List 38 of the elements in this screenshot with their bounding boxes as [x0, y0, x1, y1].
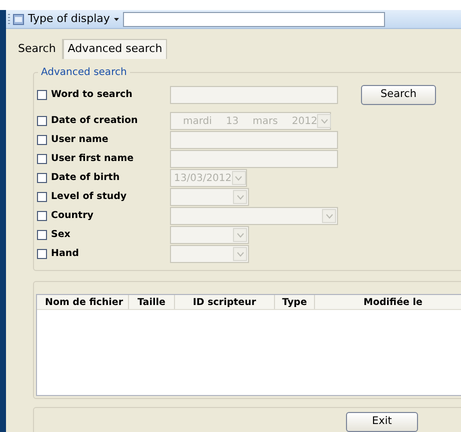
checkbox[interactable] — [37, 192, 47, 202]
group-title: Advanced search — [40, 66, 128, 80]
criterion-label: Sex — [51, 228, 70, 242]
checkbox[interactable] — [37, 90, 47, 100]
display-type-dropdown[interactable]: Type of display — [27, 10, 120, 28]
criterion-label: User first name — [51, 152, 134, 166]
criterion-label: Level of study — [51, 190, 127, 204]
display-input-field[interactable] — [122, 12, 385, 26]
checkbox[interactable] — [37, 135, 47, 145]
column-header[interactable]: ID scripteur — [175, 295, 275, 309]
column-header[interactable]: Modifiée le — [315, 295, 461, 309]
criterion-label: Date of birth — [51, 170, 120, 185]
exit-button[interactable]: Exit — [346, 412, 418, 432]
dropdown[interactable] — [170, 226, 249, 244]
checkbox[interactable] — [37, 249, 47, 259]
dropdown[interactable] — [170, 207, 338, 225]
checkbox[interactable] — [37, 211, 47, 221]
dropdown[interactable] — [170, 245, 249, 263]
criterion-label: Country — [51, 208, 94, 223]
text-field[interactable] — [170, 150, 338, 168]
checkbox[interactable] — [37, 154, 47, 164]
checkbox[interactable] — [37, 230, 47, 240]
tab[interactable]: Advanced search — [62, 39, 168, 59]
checkbox[interactable] — [37, 173, 47, 183]
criterion-label: Date of creation — [51, 114, 138, 128]
search-button[interactable]: Search — [361, 85, 436, 105]
column-header[interactable]: Type — [275, 295, 315, 309]
display-icon[interactable] — [13, 14, 24, 24]
criterion-label: Word to search — [51, 88, 132, 102]
text-field[interactable] — [170, 131, 338, 149]
text-field[interactable] — [170, 86, 338, 104]
column-header[interactable]: Nom de fichier — [37, 295, 129, 309]
caret-icon — [114, 18, 119, 20]
checkbox[interactable] — [37, 116, 47, 126]
dropdown[interactable] — [170, 188, 249, 206]
column-header[interactable]: Taille — [129, 295, 175, 309]
criterion-label: User name — [51, 132, 108, 147]
criterion-label: Hand — [51, 246, 79, 261]
